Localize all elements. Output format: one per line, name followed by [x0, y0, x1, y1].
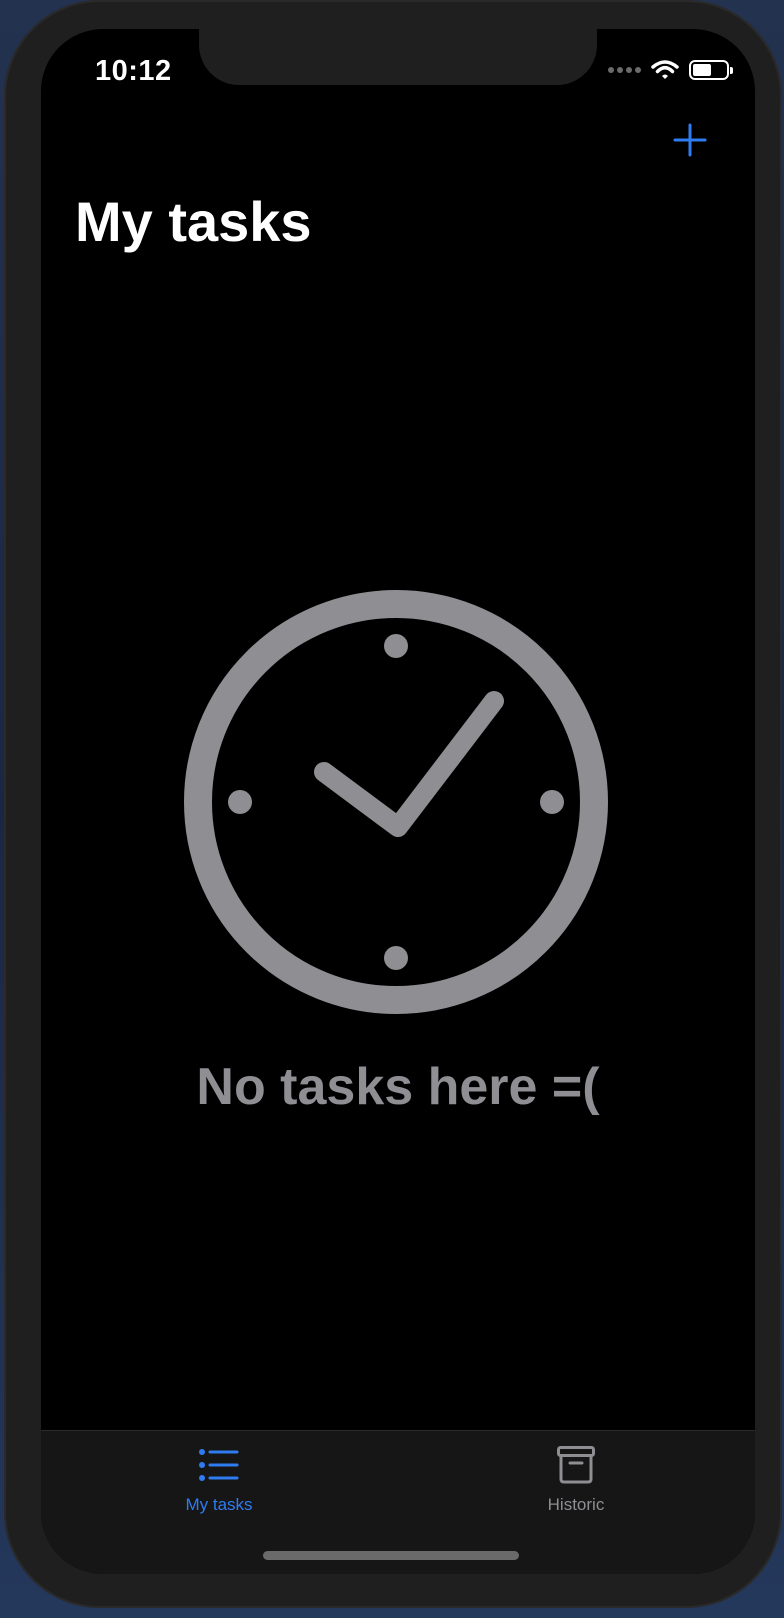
device-notch [199, 29, 597, 85]
tab-my-tasks[interactable]: My tasks [119, 1445, 319, 1515]
app-screen: 10:12 My tasks No tasks here =(My tasks… [41, 29, 755, 1574]
status-indicators [608, 59, 733, 81]
archive-box-icon [557, 1446, 595, 1484]
status-time: 10:12 [95, 55, 172, 87]
tab-historic-label: Historic [547, 1495, 605, 1514]
tab-my-tasks-label: My tasks [185, 1495, 253, 1514]
tab-historic[interactable]: Historic [476, 1445, 676, 1515]
page-title: My tasks [75, 190, 312, 253]
empty-state-message: No tasks here =( [196, 1058, 600, 1116]
tab-bar: My tasks Historic [41, 1430, 755, 1574]
home-indicator[interactable] [263, 1551, 519, 1560]
wifi-icon [651, 60, 679, 79]
list-bullet-icon [199, 1449, 239, 1481]
add-task-button[interactable] [673, 123, 707, 157]
battery-icon [689, 60, 733, 80]
clock-icon [184, 590, 608, 1014]
phone-frame: 10:12 My tasks No tasks here =(My tasks… [4, 0, 782, 1608]
cellular-signal-icon [608, 67, 641, 73]
